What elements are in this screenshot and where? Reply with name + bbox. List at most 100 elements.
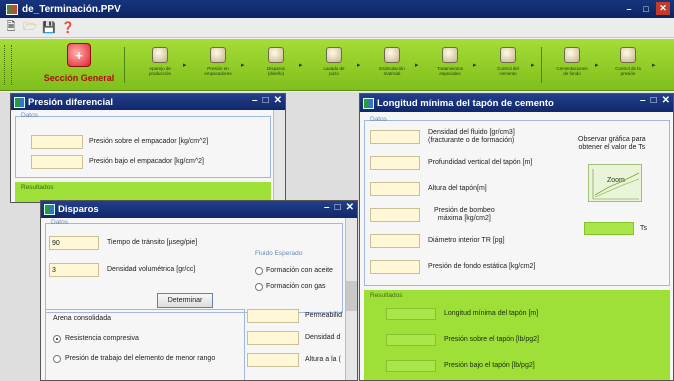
densidad-input[interactable]	[247, 331, 299, 345]
grafica-thumbnail[interactable]: Zoom	[588, 164, 642, 202]
ribbon: + Sección General Aparejo de producción …	[0, 39, 674, 91]
lavado-icon	[326, 47, 342, 63]
close-icon[interactable]: ✕	[274, 95, 282, 106]
ribbon-button-label: Presión en empacadores	[204, 66, 232, 76]
ribbon-button-label: Disparos (diseño)	[267, 66, 285, 76]
diametro-interior-input[interactable]	[370, 234, 420, 248]
presion-trabajo-label: Presión de trabajo del elemento de menor…	[65, 355, 216, 362]
aparejo-icon	[152, 47, 168, 63]
maximize-icon[interactable]: □	[335, 202, 341, 213]
control-presion-icon	[620, 47, 636, 63]
minimize-icon[interactable]: –	[640, 95, 646, 106]
grafica-ts-chart	[592, 169, 640, 200]
arrow-icon: ▸	[473, 62, 477, 69]
ribbon-button-label: Tratamientos especiales	[436, 66, 464, 76]
permeabilidad-input[interactable]	[247, 309, 299, 323]
close-icon[interactable]: ✕	[662, 95, 670, 106]
arena-consolidada-label: Arena consolidada	[53, 315, 111, 322]
ribbon-button-estimulacion[interactable]: Estimulación matricial	[368, 47, 416, 85]
tiempo-transito-label: Tiempo de tránsito [µseg/pie]	[107, 239, 198, 246]
determinar-button[interactable]: Determinar	[157, 293, 213, 308]
close-icon[interactable]: ✕	[656, 2, 670, 15]
maximize-icon[interactable]: □	[263, 95, 269, 106]
altura-tapon-input[interactable]	[370, 182, 420, 196]
window-controls: – □ ✕	[622, 2, 670, 15]
minimize-icon[interactable]: –	[622, 2, 636, 15]
ribbon-button-presion[interactable]: Presión en empacadores	[194, 47, 242, 85]
arrow-icon: ▸	[652, 62, 656, 69]
window-controls: – □ ✕	[640, 95, 670, 106]
arrow-icon: ▸	[531, 62, 535, 69]
permeabilidad-label: Permeabilid	[305, 312, 342, 319]
presion-bajo-tapon-output	[386, 360, 436, 372]
window-title: de_Terminación.PPV	[22, 3, 121, 15]
arrow-icon: ▸	[415, 62, 419, 69]
ts-label: Ts	[640, 225, 647, 232]
vertical-scrollbar[interactable]	[273, 110, 285, 202]
presion-bajo-empacador-label: Presión bajo el empacador [kg/cm^2]	[89, 158, 204, 165]
presion-sobre-tapon-label: Presión sobre el tapón [lb/pg2]	[444, 336, 539, 343]
formacion-aceite-label: Formación con aceite	[266, 267, 333, 274]
tiempo-transito-input[interactable]: 90	[49, 236, 99, 250]
longitud-minima-label: Longitud mínima del tapón [m]	[444, 310, 539, 317]
main-title-bar: de_Terminación.PPV – □ ✕	[0, 0, 674, 18]
presion-bombeo-input[interactable]	[370, 208, 420, 222]
close-icon[interactable]: ✕	[346, 202, 354, 213]
fluido-esperado-label: Fluido Esperado	[255, 250, 303, 257]
ribbon-button-tratamientos[interactable]: Tratamientos especiales	[426, 47, 474, 85]
window-title-bar[interactable]: Longitud mínima del tapón de cemento – □…	[360, 94, 673, 112]
maximize-icon[interactable]: □	[639, 2, 653, 15]
arrow-icon: ▸	[241, 62, 245, 69]
presion-sobre-tapon-output	[386, 334, 436, 346]
new-file-icon[interactable]: 🗎	[4, 21, 18, 35]
minimize-icon[interactable]: –	[252, 95, 258, 106]
ribbon-button-aparejo[interactable]: Aparejo de producción	[136, 47, 184, 85]
ribbon-button-cementaciones[interactable]: Cementaciones de fondo	[548, 47, 596, 85]
datos-group-label: Datos	[21, 112, 38, 119]
ribbon-button-control-presion[interactable]: Control de la presión	[604, 47, 652, 85]
window-title-bar[interactable]: Presión diferencial – □ ✕	[11, 94, 285, 110]
presion-icon	[210, 47, 226, 63]
densidad-fluido-label: Densidad del fluido [gr/cm3] (fracturant…	[428, 129, 515, 144]
ribbon-button-disparos[interactable]: Disparos (diseño)	[252, 47, 300, 85]
maximize-icon[interactable]: □	[651, 95, 657, 106]
altura-input[interactable]	[247, 353, 299, 367]
tratamientos-icon	[442, 47, 458, 63]
ribbon-button-lavado[interactable]: Lavado de pozo	[310, 47, 358, 85]
save-icon[interactable]: 💾	[42, 21, 56, 35]
resistencia-compresiva-radio[interactable]	[53, 335, 61, 343]
ribbon-button-label: Estimulación matricial	[379, 66, 405, 76]
profundidad-vertical-input[interactable]	[370, 156, 420, 170]
arrow-icon: ▸	[595, 62, 599, 69]
ts-input[interactable]	[584, 222, 634, 235]
arrow-icon: ▸	[183, 62, 187, 69]
open-folder-icon[interactable]: 🗁	[23, 21, 37, 35]
presion-sobre-empacador-input[interactable]	[31, 135, 83, 149]
presion-bajo-empacador-input[interactable]	[31, 155, 83, 169]
window-title: Longitud mínima del tapón de cemento	[377, 97, 554, 109]
cementaciones-icon	[564, 47, 580, 63]
ribbon-grip[interactable]	[4, 45, 12, 85]
densidad-volumetrica-input[interactable]: 3	[49, 263, 99, 277]
presion-bombeo-label: Presión de bombeo máxima [kg/cm2]	[434, 207, 495, 222]
ribbon-separator	[541, 47, 542, 83]
presion-fondo-input[interactable]	[370, 260, 420, 274]
scrollbar-thumb[interactable]	[346, 281, 357, 311]
densidad-fluido-input[interactable]	[370, 130, 420, 144]
window-title-bar[interactable]: Disparos – □ ✕	[41, 201, 357, 218]
help-icon[interactable]: ❓	[61, 21, 75, 35]
resultados-label: Resultados	[370, 292, 403, 299]
ribbon-separator	[124, 47, 125, 83]
datos-group-label: Datos	[370, 116, 387, 123]
minimize-icon[interactable]: –	[324, 202, 330, 213]
window-title: Presión diferencial	[28, 96, 114, 108]
presion-trabajo-radio[interactable]	[53, 355, 61, 363]
observar-grafica-note: Observar gráfica para obtener el valor d…	[578, 136, 646, 151]
ribbon-button-label: Cementaciones de fondo	[556, 66, 588, 76]
ribbon-button-control-cemento[interactable]: Control del cemento	[484, 47, 532, 85]
seccion-general-button[interactable]: + Sección General	[40, 43, 118, 87]
formacion-aceite-radio[interactable]	[255, 267, 263, 275]
formacion-gas-radio[interactable]	[255, 283, 263, 291]
arrow-icon: ▸	[299, 62, 303, 69]
presion-bajo-tapon-label: Presión bajo el tapón [lb/pg2]	[444, 362, 535, 369]
